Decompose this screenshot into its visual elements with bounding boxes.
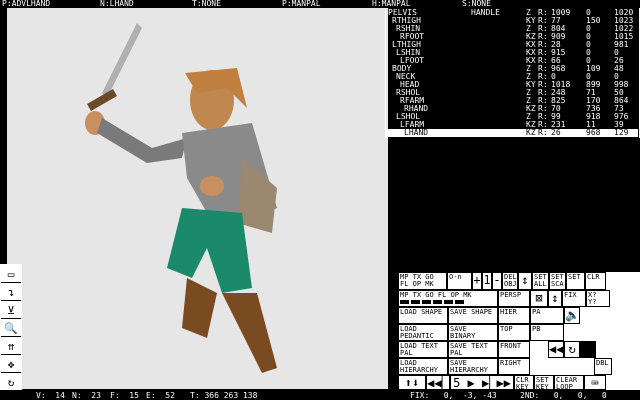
bone-name: LHAND: [404, 128, 429, 137]
tray-icon[interactable]: ⊻: [1, 302, 21, 319]
face-count: F: 15: [110, 391, 139, 400]
bone-axis: KZ: [526, 128, 536, 137]
vertical-arrows-icon[interactable]: ↕: [548, 290, 562, 307]
link-down-icon[interactable]: ↴: [1, 284, 21, 301]
hierarchy-button[interactable]: HIER: [498, 307, 530, 324]
bone-row[interactable]: HEAD KY R: 1018 899 998: [386, 81, 638, 89]
pa-button[interactable]: PA: [530, 307, 564, 324]
shape-label: S:NONE: [462, 0, 491, 8]
vertical-arrows-icon[interactable]: ↕: [518, 272, 532, 290]
bone-a: 26: [551, 128, 561, 137]
save-binary-button[interactable]: SAVE BINARY: [448, 324, 498, 341]
up-down-arrows-icon[interactable]: ⬆⬇: [398, 375, 426, 390]
hierarchy-label: H:MANPAL: [372, 0, 411, 8]
flags-toggle-row-1[interactable]: MP TX GO FL OP MK: [398, 272, 447, 290]
top-view-button[interactable]: TOP: [498, 324, 530, 341]
bone-row[interactable]: BODY Z R: 968 109 48: [386, 65, 638, 73]
left-toolbar: ▭ ↴ ⊻ 🔍 ⇈ ✥ ↻: [0, 264, 22, 391]
sword-guard: [87, 89, 117, 111]
character-model: [85, 23, 277, 373]
bone-row[interactable]: PELVIS HANDLE Z R: 1009 0 1020: [386, 9, 638, 17]
bone-b: 968: [586, 128, 601, 137]
bone-row[interactable]: RFOOT KZ R: 909 0 1015: [386, 33, 638, 41]
vertex-count: V: 14: [36, 391, 65, 400]
save-shape-button[interactable]: SAVE SHAPE: [448, 307, 498, 324]
first-frame-icon[interactable]: ◀◀▏: [426, 375, 450, 390]
left-boot: [222, 293, 277, 373]
up-arrows-icon[interactable]: ⇈: [1, 338, 21, 355]
fix-coords: FIX: 0, -3, -43: [410, 391, 497, 400]
move-icon[interactable]: ✥: [1, 356, 21, 373]
normal-count: N: 23: [72, 391, 101, 400]
texture-label: T:NONE: [192, 0, 221, 8]
legs: [167, 208, 252, 293]
pb-button[interactable]: PB: [530, 324, 564, 341]
save-text-pal-button[interactable]: SAVE TEXT PAL: [448, 341, 498, 358]
command-panel: MP TX GO FL OP MK O-n + 1 - DEL OBJ ↕ SE…: [398, 272, 640, 390]
color-swatch[interactable]: [580, 341, 596, 358]
step-value[interactable]: 1: [482, 272, 492, 290]
front-view-button[interactable]: FRONT: [498, 341, 530, 358]
bone-r: R:: [538, 128, 548, 137]
right-boot: [182, 278, 217, 338]
bone-row[interactable]: NECK Z R: 0 0 0: [386, 73, 638, 81]
set-button[interactable]: SET: [566, 272, 585, 290]
plus-button[interactable]: +: [472, 272, 482, 290]
clear-button[interactable]: CLR: [585, 272, 606, 290]
set-key-button[interactable]: SET KEY: [534, 375, 554, 390]
bone-row[interactable]: RHAND KZ R: 70 736 73: [386, 105, 638, 113]
right-view-button[interactable]: RIGHT: [498, 358, 530, 375]
set-scale-button[interactable]: SET SCA: [549, 272, 566, 290]
second-coords: 2ND: 0, 0, 0: [520, 391, 607, 400]
load-text-pal-button[interactable]: LOAD TEXT PAL: [398, 341, 448, 358]
bone-extra: HANDLE: [471, 8, 500, 17]
crosshair-icon[interactable]: ⊠: [530, 290, 548, 307]
rewind-icon[interactable]: ◀◀: [548, 341, 564, 358]
bottom-status-bar: V: 14 N: 23 F: 15 E: 52 T: 366 263 138 F…: [0, 391, 640, 400]
bone-row[interactable]: LTHIGH KX R: 28 0 981: [386, 41, 638, 49]
set-all-button[interactable]: SET ALL: [532, 272, 549, 290]
load-pedantic-button[interactable]: LOAD PEDANTIC: [398, 324, 448, 341]
node-label: N:LHAND: [100, 0, 134, 8]
bone-list[interactable]: PELVIS HANDLE Z R: 1009 0 1020 RTHIGH KY R: 77 150 1…: [385, 8, 640, 138]
sword-blade: [102, 23, 142, 98]
clear-loop-button[interactable]: CLEAR LOOP: [554, 375, 584, 390]
dbl-button[interactable]: DBL: [594, 358, 612, 375]
monitor-icon[interactable]: ▭: [1, 266, 21, 283]
bone-row[interactable]: LHAND KZ R: 26 968 129: [386, 129, 638, 137]
minus-button[interactable]: -: [492, 272, 502, 290]
frame-counter[interactable]: 5 ▶ ▶▏▶▶: [450, 375, 514, 390]
edge-count: E: 52: [146, 391, 175, 400]
texture-coords: T: 366 263 138: [190, 391, 258, 400]
load-shape-button[interactable]: LOAD SHAPE: [398, 307, 448, 324]
top-status-bar: P:ADVLHAND N:LHAND T:NONE P:MANPAL H:MAN…: [0, 0, 640, 8]
flags-toggle-row-2[interactable]: MP TX GO FL OP MK: [398, 290, 498, 307]
bone-row[interactable]: RTHIGH KY R: 77 150 1023: [386, 17, 638, 25]
clear-key-button[interactable]: CLR KEY: [514, 375, 534, 390]
rotate-icon[interactable]: ↻: [1, 374, 21, 391]
left-hand: [200, 176, 224, 196]
right-arm: [97, 118, 187, 163]
zoom-icon[interactable]: 🔍: [1, 320, 21, 337]
loop-icon[interactable]: ↻: [564, 341, 580, 358]
fix-button[interactable]: FIX: [562, 290, 586, 307]
xy-button[interactable]: X? Y?: [586, 290, 610, 307]
load-hierarchy-button[interactable]: LOAD HIERARCHY: [398, 358, 448, 375]
parent-label: P:ADVLHAND: [2, 0, 51, 8]
perspective-button[interactable]: PERSP: [498, 290, 530, 307]
speaker-icon[interactable]: 🔈: [564, 307, 580, 324]
bone-row[interactable]: LFOOT KX R: 66 0 26: [386, 57, 638, 65]
key-button[interactable]: O-n: [447, 272, 472, 290]
save-hierarchy-button[interactable]: SAVE HIERARCHY: [448, 358, 498, 375]
bone-c: 129: [614, 128, 629, 137]
3d-viewport[interactable]: [7, 8, 388, 389]
keyboard-icon[interactable]: ⌨: [584, 375, 606, 390]
delete-object-button[interactable]: DEL OBJ: [502, 272, 518, 290]
palette-label: P:MANPAL: [282, 0, 321, 8]
